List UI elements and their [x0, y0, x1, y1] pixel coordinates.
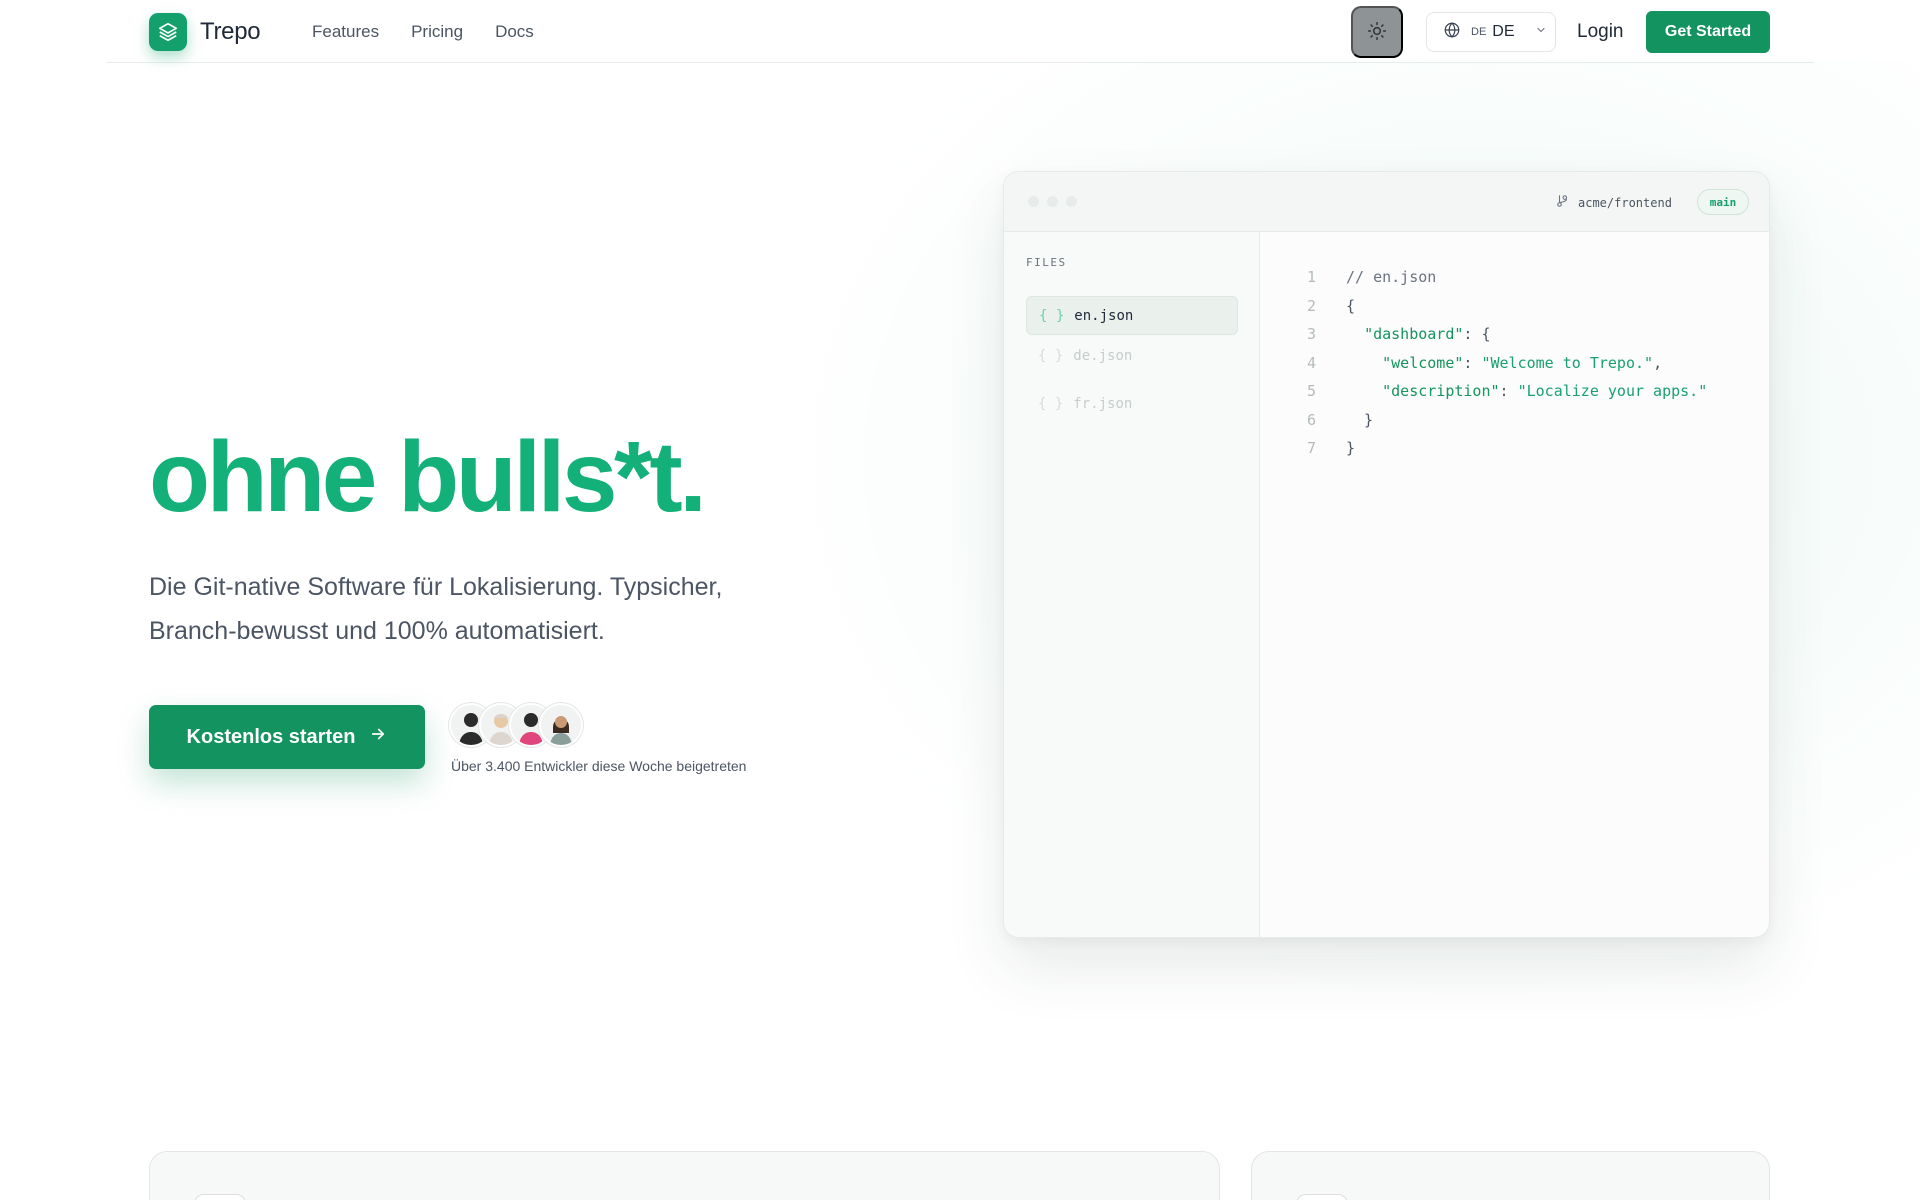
hero-subtitle-line-2: Branch-bewusst und 100% automatisiert.	[149, 617, 605, 645]
files-label: FILES	[1026, 256, 1067, 269]
brand-name[interactable]: Trepo	[200, 18, 261, 46]
repo-name: acme/frontend	[1578, 195, 1672, 210]
code-text: "description": "Localize your apps."	[1346, 382, 1707, 400]
arrow-right-icon	[369, 725, 387, 749]
json-icon: { }	[1038, 395, 1064, 412]
json-punct: ,	[1653, 353, 1663, 372]
code-text: "welcome": "Welcome to Trepo.",	[1346, 354, 1662, 372]
hero-title: ohne bulls*t.	[149, 421, 707, 533]
line-number: 4	[1306, 353, 1316, 372]
file-item-en-json[interactable]: { } en.json	[1026, 296, 1238, 335]
start-free-label: Kostenlos starten	[186, 725, 356, 748]
json-icon: { }	[1039, 307, 1065, 324]
social-proof-text: Über 3.400 Entwickler diese Woche beiget…	[451, 758, 747, 774]
hero-subtitle-line-1: Die Git-native Software für Lokalisierun…	[149, 573, 723, 601]
top-nav: Trepo Features Pricing Docs DE DE Login …	[106, 0, 1814, 63]
json-key: "welcome"	[1382, 353, 1464, 372]
code-text: }	[1346, 410, 1374, 429]
line-number: 1	[1306, 268, 1316, 286]
code-text: }	[1346, 439, 1356, 457]
window-dot	[1028, 196, 1039, 207]
file-item-de-json[interactable]: { } de.json	[1026, 336, 1238, 375]
language-code: DE	[1471, 26, 1487, 38]
editor-titlebar: acme/frontend main	[1004, 172, 1769, 232]
code-line: 2 {	[1260, 297, 1769, 326]
branch-badge: main	[1697, 189, 1749, 215]
nav-link-docs[interactable]: Docs	[495, 22, 534, 42]
code-line: 4 "welcome": "Welcome to Trepo.",	[1260, 354, 1769, 383]
code-line: 3 "dashboard": {	[1260, 325, 1769, 354]
login-link[interactable]: Login	[1577, 21, 1624, 43]
code-editor-preview: acme/frontend main FILES { } en.json { }…	[1003, 171, 1770, 938]
line-number: 6	[1306, 410, 1316, 429]
feature-card	[1251, 1151, 1770, 1200]
avatar-group	[449, 703, 583, 747]
json-punct: :	[1463, 353, 1482, 372]
line-number: 3	[1306, 325, 1316, 343]
globe-icon	[1443, 21, 1461, 44]
nav-link-pricing[interactable]: Pricing	[411, 22, 463, 42]
json-value: "Welcome to Trepo."	[1481, 353, 1654, 372]
json-punct: : {	[1463, 325, 1491, 343]
window-dot	[1047, 196, 1058, 207]
chevron-down-icon	[1535, 23, 1547, 41]
theme-toggle-button[interactable]	[1351, 6, 1403, 58]
file-item-fr-json[interactable]: { } fr.json	[1026, 384, 1238, 423]
window-dot	[1066, 196, 1077, 207]
json-key: "dashboard"	[1364, 325, 1464, 343]
window-controls	[1028, 196, 1077, 207]
code-text: "dashboard": {	[1346, 325, 1491, 343]
json-punct: :	[1499, 382, 1518, 400]
code-text: // en.json	[1346, 268, 1437, 286]
language-select[interactable]: DE DE	[1426, 12, 1556, 52]
json-icon: { }	[1038, 347, 1064, 364]
code-line: 1 // en.json	[1260, 268, 1769, 297]
line-number: 2	[1306, 296, 1316, 315]
layers-icon[interactable]	[149, 13, 187, 51]
nav-links: Features Pricing Docs	[312, 22, 534, 42]
feature-card	[149, 1151, 1220, 1200]
file-name: de.json	[1073, 347, 1133, 364]
line-number: 5	[1306, 382, 1316, 400]
code-line: 5 "description": "Localize your apps."	[1260, 382, 1769, 411]
get-started-button[interactable]: Get Started	[1646, 11, 1770, 53]
code-line: 6 }	[1260, 411, 1769, 440]
language-label: DE	[1492, 23, 1515, 40]
start-free-button[interactable]: Kostenlos starten	[149, 705, 425, 769]
sun-icon	[1367, 21, 1387, 44]
code-area: 1 // en.json 2 { 3 "dashboard": { 4 "wel…	[1260, 232, 1769, 937]
card-badge	[1296, 1194, 1348, 1200]
file-name: fr.json	[1073, 395, 1133, 412]
json-key: "description"	[1382, 382, 1500, 400]
code-line: 7 }	[1260, 439, 1769, 468]
file-name: en.json	[1074, 307, 1134, 324]
card-badge	[194, 1194, 246, 1200]
git-icon	[1556, 194, 1570, 211]
json-value: "Localize your apps."	[1517, 382, 1708, 400]
line-number: 7	[1306, 439, 1316, 457]
repo-label: acme/frontend	[1556, 194, 1672, 211]
hero-subtitle: Die Git-native Software für Lokalisierun…	[149, 565, 829, 653]
code-text: {	[1346, 296, 1356, 315]
nav-link-features[interactable]: Features	[312, 22, 379, 42]
file-sidebar: FILES { } en.json { } de.json { } fr.jso…	[1004, 232, 1260, 937]
avatar	[539, 703, 583, 747]
